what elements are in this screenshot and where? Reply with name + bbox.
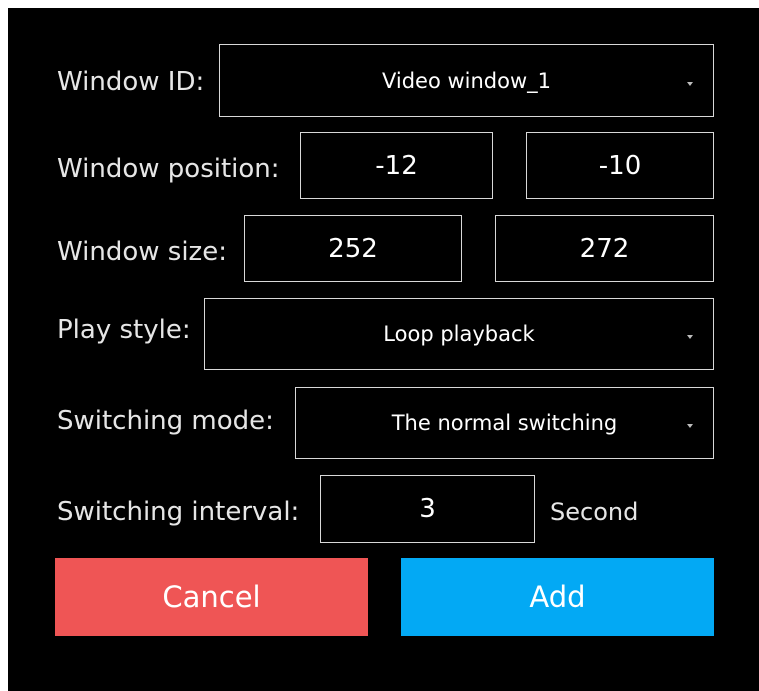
window-position-y-value: -10 — [598, 150, 642, 181]
switching-mode-select[interactable]: The normal switching — [295, 387, 714, 459]
switching-interval-label: Switching interval: — [57, 497, 300, 527]
window-id-select[interactable]: Video window_1 — [219, 44, 714, 117]
play-style-label: Play style: — [57, 315, 191, 345]
window-size-width-value: 252 — [328, 233, 378, 264]
window-position-y-input[interactable]: -10 — [526, 132, 714, 199]
window-position-label: Window position: — [57, 154, 280, 184]
window-id-value: Video window_1 — [381, 68, 552, 93]
switching-mode-value: The normal switching — [391, 411, 618, 435]
chevron-down-icon — [687, 335, 693, 339]
switching-interval-input[interactable]: 3 — [320, 475, 535, 543]
switching-mode-label: Switching mode: — [57, 406, 274, 436]
window-size-label: Window size: — [57, 237, 227, 267]
play-style-value: Loop playback — [383, 322, 535, 346]
switching-interval-unit: Second — [550, 498, 639, 526]
chevron-down-icon — [687, 424, 693, 428]
play-style-select[interactable]: Loop playback — [204, 298, 714, 370]
window-size-width-input[interactable]: 252 — [244, 215, 462, 282]
switching-interval-value: 3 — [419, 494, 436, 524]
window-size-height-value: 272 — [579, 233, 630, 264]
add-button[interactable]: Add — [401, 558, 714, 636]
chevron-down-icon — [687, 81, 693, 86]
window-id-label: Window ID: — [57, 67, 205, 97]
window-size-height-input[interactable]: 272 — [495, 215, 714, 282]
window-position-x-value: -12 — [375, 150, 418, 181]
window-position-x-input[interactable]: -12 — [300, 132, 493, 199]
add-window-dialog: Window ID: Video window_1 Window positio… — [8, 8, 759, 691]
cancel-button[interactable]: Cancel — [55, 558, 368, 636]
